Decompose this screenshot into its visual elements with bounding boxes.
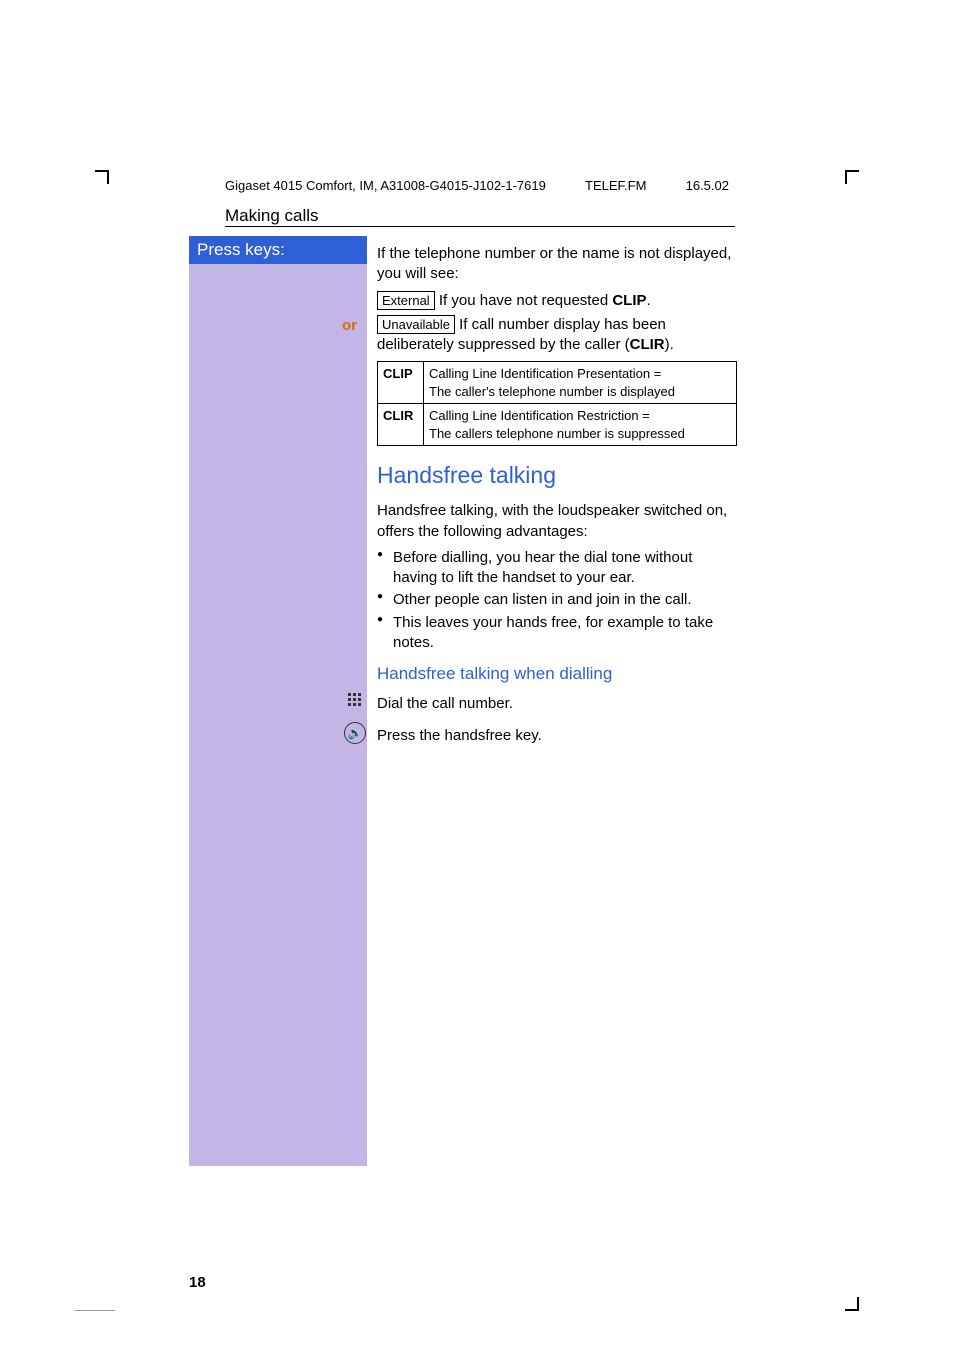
main-content: If the telephone number or the name is n… xyxy=(377,244,737,753)
list-item: Before dialling, you hear the dial tone … xyxy=(377,548,737,589)
header-mid: TELEF.FM xyxy=(585,178,646,193)
table-row: CLIP Calling Line Identification Present… xyxy=(378,362,737,404)
crop-mark xyxy=(107,170,109,184)
list-item: Other people can listen in and join in t… xyxy=(377,590,737,610)
advantage-list: Before dialling, you hear the dial tone … xyxy=(377,548,737,653)
keypad-icon xyxy=(348,693,364,709)
sidebar-title: Press keys: xyxy=(189,236,367,264)
crop-mark xyxy=(845,170,847,184)
list-item: This leaves your hands free, for example… xyxy=(377,613,737,654)
header-right: 16.5.02 xyxy=(686,178,729,193)
clir-desc: Calling Line Identification Restriction … xyxy=(424,404,737,446)
crop-mark xyxy=(845,1309,859,1311)
handsfree-heading: Handsfree talking xyxy=(377,460,737,491)
external-box: External xyxy=(377,291,435,311)
section-rule xyxy=(225,226,735,227)
intro-text: If the telephone number or the name is n… xyxy=(377,244,737,285)
handsfree-icon: 🔈 xyxy=(344,722,366,744)
crop-mark xyxy=(75,1310,115,1311)
step-dial: Dial the call number. xyxy=(377,694,737,714)
crop-mark xyxy=(845,170,859,172)
clip-label: CLIP xyxy=(378,362,424,404)
clip-clir-table: CLIP Calling Line Identification Present… xyxy=(377,361,737,446)
external-row: External If you have not requested CLIP. xyxy=(377,291,737,311)
unavailable-box: Unavailable xyxy=(377,315,455,335)
external-text: If you have not requested CLIP. xyxy=(439,292,651,309)
handsfree-sub-heading: Handsfree talking when dialling xyxy=(377,663,737,686)
unavailable-row: Unavailable If call number display has b… xyxy=(377,315,737,356)
handsfree-intro: Handsfree talking, with the loudspeaker … xyxy=(377,501,737,542)
section-title: Making calls xyxy=(225,206,319,226)
press-keys-sidebar: Press keys: xyxy=(189,236,367,1166)
running-header: Gigaset 4015 Comfort, IM, A31008-G4015-J… xyxy=(225,178,729,193)
clir-label: CLIR xyxy=(378,404,424,446)
page-number: 18 xyxy=(189,1274,206,1291)
clip-desc: Calling Line Identification Presentation… xyxy=(424,362,737,404)
or-label: or xyxy=(342,317,357,334)
table-row: CLIR Calling Line Identification Restric… xyxy=(378,404,737,446)
header-left: Gigaset 4015 Comfort, IM, A31008-G4015-J… xyxy=(225,178,546,193)
step-handsfree: Press the handsfree key. xyxy=(377,726,737,746)
